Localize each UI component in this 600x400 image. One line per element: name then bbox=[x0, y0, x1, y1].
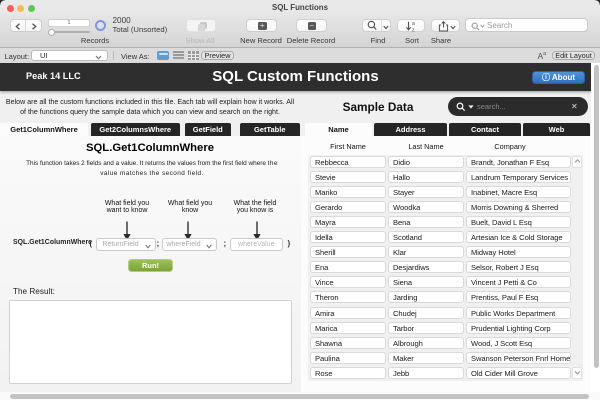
svg-text:a: a bbox=[412, 21, 415, 27]
svg-text:z: z bbox=[412, 28, 415, 33]
